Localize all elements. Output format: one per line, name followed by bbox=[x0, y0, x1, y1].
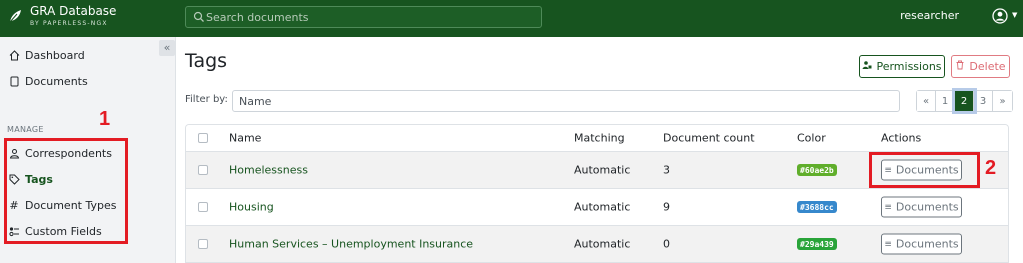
permissions-label: Permissions bbox=[876, 60, 942, 73]
filter-icon: ≡ bbox=[884, 202, 892, 212]
sidebar-item-label: Dashboard bbox=[25, 48, 85, 62]
annotation-label-2: 2 bbox=[985, 157, 997, 179]
app-title[interactable]: GRA Database bbox=[30, 4, 116, 18]
column-header-matching[interactable]: Matching bbox=[574, 132, 625, 145]
tag-document-count: 3 bbox=[663, 163, 670, 177]
filter-name-input[interactable] bbox=[232, 90, 900, 112]
sidebar-item-documents[interactable]: Documents bbox=[8, 71, 88, 91]
tag-name-link[interactable]: Human Services – Unemployment Insurance bbox=[229, 238, 473, 251]
pagination-page-3[interactable]: 3 bbox=[974, 91, 993, 111]
leaf-logo-icon bbox=[9, 10, 21, 23]
documents-button-label: Documents bbox=[895, 237, 959, 251]
files-icon bbox=[8, 75, 20, 87]
filter-icon: ≡ bbox=[884, 239, 892, 249]
username-label[interactable]: researcher bbox=[900, 9, 959, 22]
table-row[interactable]: Human Services – Unemployment Insurance … bbox=[186, 226, 1008, 263]
tag-name-link[interactable]: Homelessness bbox=[229, 164, 308, 177]
collapse-sidebar-button[interactable]: « bbox=[159, 40, 175, 56]
tag-matching: Automatic bbox=[574, 163, 631, 177]
pagination-page-1[interactable]: 1 bbox=[936, 91, 955, 111]
tag-matching: Automatic bbox=[574, 237, 631, 251]
top-navbar: GRA Database BY PAPERLESS-NGX researcher… bbox=[0, 0, 1023, 37]
column-header-name[interactable]: Name bbox=[229, 132, 261, 145]
column-header-actions: Actions bbox=[881, 131, 922, 145]
tag-color-badge: #3688cc bbox=[797, 201, 837, 213]
pagination-next[interactable]: » bbox=[993, 91, 1012, 111]
select-all-checkbox[interactable] bbox=[198, 133, 208, 143]
app-subtitle: BY PAPERLESS-NGX bbox=[30, 20, 108, 27]
tag-document-count: 0 bbox=[663, 237, 670, 251]
user-avatar-icon[interactable] bbox=[992, 8, 1008, 24]
global-search[interactable] bbox=[185, 6, 542, 28]
pagination: « 1 2 3 » bbox=[916, 90, 1013, 112]
chevron-down-icon[interactable]: ▼ bbox=[1012, 11, 1017, 19]
tag-document-count: 9 bbox=[663, 200, 670, 214]
column-header-color: Color bbox=[797, 131, 826, 145]
tag-color-badge: #60ae2b bbox=[797, 164, 837, 176]
annotation-label-1: 1 bbox=[99, 108, 111, 130]
tag-matching: Automatic bbox=[574, 200, 631, 214]
row-checkbox[interactable] bbox=[198, 165, 208, 175]
tags-table: Name Matching Document count Color Actio… bbox=[185, 124, 1009, 263]
delete-label: Delete bbox=[969, 60, 1006, 73]
permissions-button[interactable]: Permissions bbox=[859, 55, 945, 78]
tag-name-link[interactable]: Housing bbox=[229, 201, 274, 214]
filter-label: Filter by: bbox=[185, 94, 228, 105]
sidebar-item-dashboard[interactable]: Dashboard bbox=[8, 45, 85, 65]
sidebar-item-label: Documents bbox=[25, 74, 88, 88]
annotation-box-1 bbox=[4, 138, 128, 244]
documents-button-label: Documents bbox=[895, 200, 959, 214]
column-header-document-count[interactable]: Document count bbox=[663, 132, 755, 145]
documents-button[interactable]: ≡ Documents bbox=[881, 196, 962, 218]
delete-button[interactable]: Delete bbox=[951, 55, 1010, 78]
annotation-box-2 bbox=[869, 152, 980, 188]
table-header-row: Name Matching Document count Color Actio… bbox=[186, 125, 1008, 152]
search-input[interactable] bbox=[206, 9, 536, 25]
tag-color-badge: #29a439 bbox=[797, 238, 837, 250]
pagination-prev[interactable]: « bbox=[917, 91, 936, 111]
page-title: Tags bbox=[185, 50, 228, 72]
manage-section-label: MANAGE bbox=[7, 125, 44, 134]
table-row[interactable]: Housing Automatic 9 #3688cc ≡ Documents bbox=[186, 189, 1008, 226]
person-lock-icon bbox=[862, 60, 872, 73]
house-icon bbox=[8, 49, 20, 61]
documents-button[interactable]: ≡ Documents bbox=[881, 233, 962, 255]
search-icon bbox=[193, 11, 204, 22]
row-checkbox[interactable] bbox=[198, 239, 208, 249]
trash-icon bbox=[955, 60, 965, 73]
pagination-page-2-active[interactable]: 2 bbox=[955, 91, 974, 111]
row-checkbox[interactable] bbox=[198, 202, 208, 212]
